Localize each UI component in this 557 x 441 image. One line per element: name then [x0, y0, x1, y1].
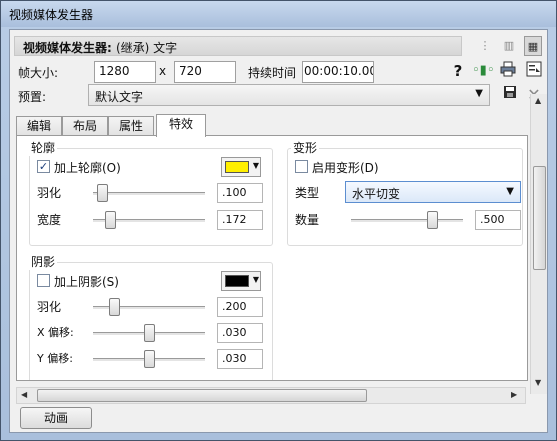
tab-edit[interactable]: 编辑 [16, 116, 62, 136]
view-tile-icon[interactable]: ▦ [524, 36, 542, 56]
outline-color-swatch [225, 161, 249, 173]
printer-icon[interactable] [498, 61, 518, 81]
frame-height-field[interactable]: 720 [174, 61, 236, 83]
view-list-icon[interactable]: ⋮ [476, 36, 494, 56]
preset-value: 默认文字 [95, 90, 144, 104]
preset-label: 预置: [18, 90, 47, 104]
shadow-yoffset-thumb[interactable] [144, 350, 155, 368]
outline-feather-slider[interactable] [93, 192, 205, 196]
header-title: 视频媒体发生器: (继承) 文字 [23, 39, 177, 56]
frame-size-label: 帧大小: [18, 66, 59, 80]
shadow-group-title: 阴影 [29, 253, 58, 270]
view-grid-icon[interactable]: ▥ [500, 36, 518, 56]
vertical-scrollbar[interactable]: ▲ ▼ [530, 94, 547, 394]
save-icon[interactable] [500, 85, 520, 105]
help-icon[interactable]: ? [448, 61, 468, 81]
frame-x-label: x [159, 64, 167, 78]
header-row: 视频媒体发生器: (继承) 文字 [14, 36, 462, 56]
outline-feather-thumb[interactable] [97, 184, 108, 202]
transform-group-title: 变形 [291, 139, 320, 156]
effects-panel: 轮廓 ✓ 加上轮廓(O) ▼ 羽化 .100 宽度 .172 阴影 加上阴影(S… [16, 135, 528, 381]
shadow-feather-label: 羽化 [37, 300, 62, 314]
shadow-checkbox[interactable] [37, 274, 50, 287]
tab-layout[interactable]: 布局 [62, 116, 108, 136]
transform-type-value: 水平切变 [352, 187, 401, 201]
outline-feather-value[interactable]: .100 [217, 183, 263, 203]
connector-icon[interactable]: ◦▮◦ [472, 61, 495, 81]
transform-amount-label: 数量 [295, 213, 320, 227]
chevron-down-icon: ▼ [252, 161, 259, 170]
outline-group-title: 轮廓 [29, 139, 58, 156]
outline-feather-label: 羽化 [37, 186, 62, 200]
generator-window: 视频媒体发生器 视频媒体发生器: (继承) 文字 ⋮ ▥ ▦ 帧大小: 1280… [0, 0, 557, 441]
generator-client: 视频媒体发生器: (继承) 文字 ⋮ ▥ ▦ 帧大小: 1280 x 720 持… [9, 29, 548, 433]
header-subtitle: (继承) 文字 [116, 41, 178, 55]
shadow-feather-thumb[interactable] [109, 298, 120, 316]
horizontal-scrollbar[interactable]: ◀ ▶ [16, 387, 526, 404]
chevron-down-icon: ▼ [252, 275, 259, 284]
window-title: 视频媒体发生器 [9, 8, 94, 22]
vertical-scroll-thumb[interactable] [533, 166, 546, 270]
shadow-color-button[interactable]: ▼ [221, 271, 261, 291]
shadow-feather-value[interactable]: .200 [217, 297, 263, 317]
preset-dropdown[interactable]: 默认文字 ▼ [88, 84, 490, 106]
title-bar[interactable]: 视频媒体发生器 [1, 1, 556, 27]
transform-amount-slider[interactable] [351, 219, 463, 223]
chevron-down-icon: ▼ [506, 186, 514, 197]
scroll-down-icon[interactable]: ▼ [535, 378, 541, 387]
outline-width-value[interactable]: .172 [217, 210, 263, 230]
tab-effects[interactable]: 特效 [156, 114, 206, 137]
outline-width-thumb[interactable] [105, 211, 116, 229]
shadow-yoffset-value[interactable]: .030 [217, 349, 263, 369]
scroll-left-icon[interactable]: ◀ [21, 390, 27, 399]
shadow-xoffset-thumb[interactable] [144, 324, 155, 342]
transform-amount-thumb[interactable] [427, 211, 438, 229]
frame-width-field[interactable]: 1280 [94, 61, 156, 83]
header-title-main: 视频媒体发生器: [23, 41, 112, 55]
duration-label: 持续时间 [248, 66, 297, 80]
transform-checkbox-label: 启用变形(D) [312, 161, 379, 175]
tab-properties[interactable]: 属性 [108, 116, 154, 136]
scroll-up-icon[interactable]: ▲ [535, 96, 541, 105]
properties-icon[interactable] [524, 61, 544, 81]
outline-width-label: 宽度 [37, 213, 62, 227]
transform-type-label: 类型 [295, 186, 320, 200]
shadow-xoffset-label: X 偏移: [37, 326, 74, 339]
shadow-checkbox-label: 加上阴影(S) [54, 275, 119, 289]
animate-button[interactable]: 动画 [20, 407, 92, 429]
chevron-down-icon: ▼ [475, 88, 483, 99]
transform-amount-value[interactable]: .500 [475, 210, 521, 230]
transform-type-select[interactable]: 水平切变 ▼ [345, 181, 521, 203]
shadow-yoffset-label: Y 偏移: [37, 352, 73, 365]
horizontal-scroll-thumb[interactable] [37, 389, 367, 402]
outline-checkbox-label: 加上轮廓(O) [54, 161, 121, 175]
outline-checkbox[interactable]: ✓ [37, 160, 50, 173]
scroll-right-icon[interactable]: ▶ [511, 390, 517, 399]
transform-checkbox[interactable] [295, 160, 308, 173]
duration-field[interactable]: 00:00:10.00 [302, 61, 374, 83]
shadow-xoffset-value[interactable]: .030 [217, 323, 263, 343]
shadow-color-swatch [225, 275, 249, 287]
outline-color-button[interactable]: ▼ [221, 157, 261, 177]
